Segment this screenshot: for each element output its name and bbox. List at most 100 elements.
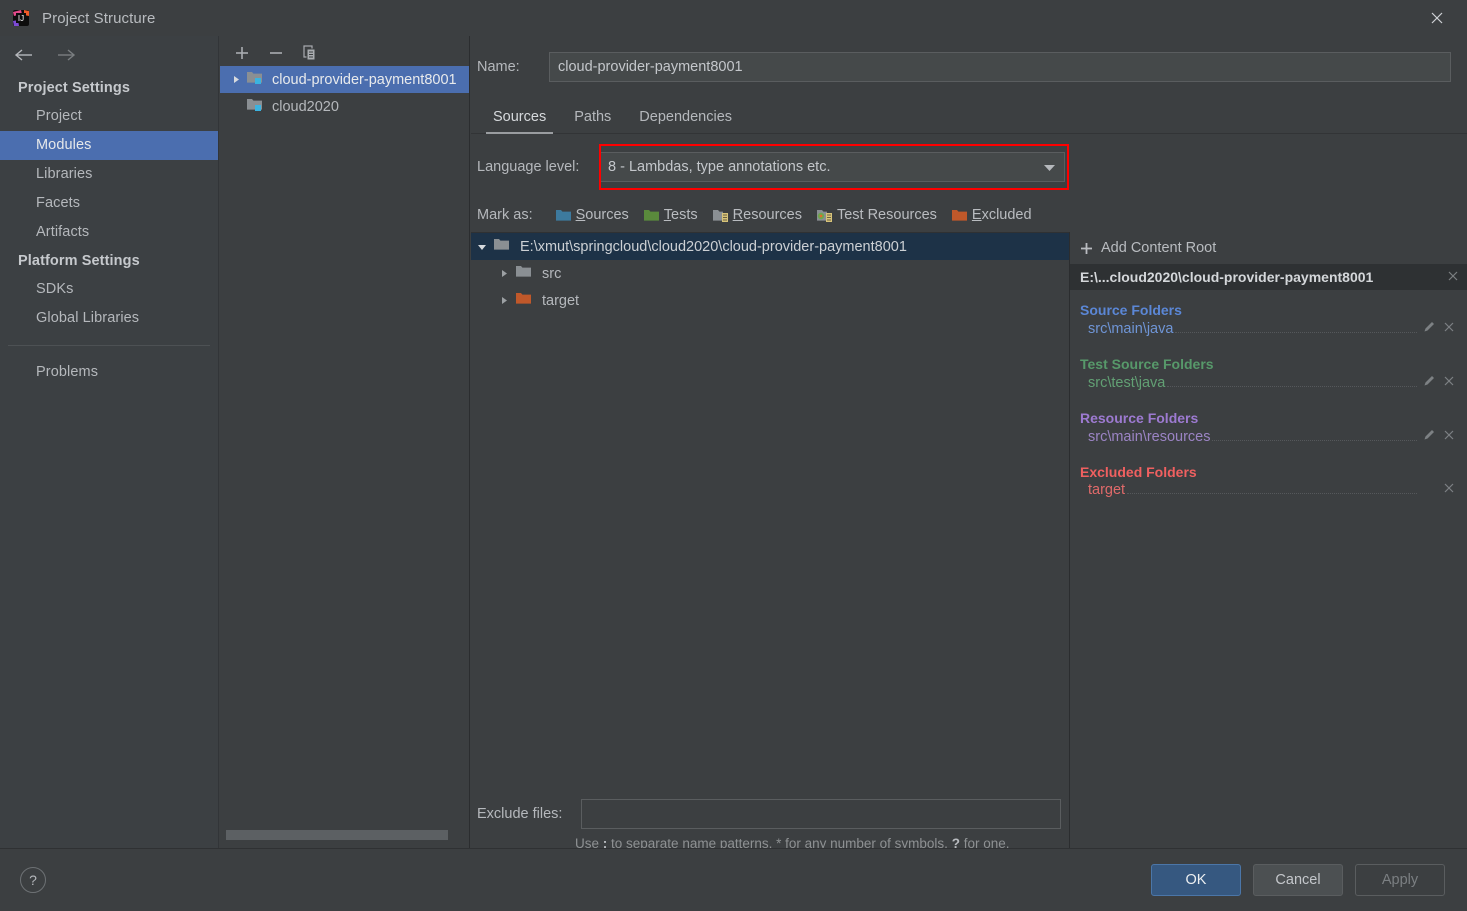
chevron-right-icon[interactable]	[493, 269, 515, 278]
folder-icon	[515, 264, 535, 283]
sidebar-item-sdks[interactable]: SDKs	[0, 275, 218, 304]
content-root-path: E:\...cloud2020\cloud-provider-payment80…	[1080, 269, 1374, 285]
source-folder-row[interactable]: src\main\java	[1070, 320, 1467, 344]
module-name-input[interactable]	[549, 52, 1451, 82]
remove-icon[interactable]	[1439, 429, 1459, 441]
add-content-root-button[interactable]: Add Content Root	[1070, 232, 1467, 264]
mark-as-label: Mark as:	[477, 207, 533, 223]
module-name-row: Name:	[471, 48, 1467, 86]
sidebar-item-facets[interactable]: Facets	[0, 189, 218, 218]
mark-as-tests-label: Tests	[663, 207, 698, 223]
plus-icon[interactable]	[230, 42, 254, 64]
dot-leader	[1175, 321, 1417, 333]
window-title: Project Structure	[42, 9, 156, 27]
folder-icon	[493, 237, 513, 256]
resource-folder-row[interactable]: src\main\resources	[1070, 428, 1467, 452]
language-level-select[interactable]: 8 - Lambdas, type annotations etc.	[599, 152, 1065, 182]
language-level-label: Language level:	[477, 159, 580, 175]
test-source-folder-row[interactable]: src\test\java	[1070, 374, 1467, 398]
tree-row[interactable]: src	[471, 260, 1069, 287]
dialog-button-bar: ? OK Cancel Apply	[0, 848, 1467, 911]
module-list-item-label: cloud-provider-payment8001	[272, 71, 457, 88]
dot-leader	[1127, 482, 1417, 494]
copy-icon[interactable]	[298, 42, 322, 64]
mark-as-resources-label: Resources	[732, 207, 802, 223]
sidebar-group-platform-settings: Platform Settings	[18, 253, 140, 269]
folder-excluded-icon	[515, 291, 535, 310]
tree-row-label: src	[542, 265, 562, 282]
folder-excluded-icon	[951, 208, 968, 223]
mark-as-resources-button[interactable]: Resources	[712, 207, 802, 223]
intellij-idea-icon: IJ	[12, 9, 30, 27]
exclude-files-label: Exclude files:	[477, 806, 563, 822]
edit-pencil-icon[interactable]	[1419, 320, 1439, 333]
sidebar-item-global-libraries[interactable]: Global Libraries	[0, 304, 218, 333]
remove-icon[interactable]	[1439, 482, 1459, 494]
chevron-right-icon[interactable]	[226, 75, 246, 84]
help-button[interactable]: ?	[20, 867, 46, 893]
svg-text:IJ: IJ	[18, 14, 24, 23]
exclude-files-input[interactable]	[581, 799, 1061, 829]
module-list-item[interactable]: cloud2020	[220, 93, 469, 120]
dot-leader	[1212, 429, 1417, 441]
sidebar-group-project-settings: Project Settings	[18, 80, 130, 96]
chevron-right-icon[interactable]	[493, 296, 515, 305]
cancel-button[interactable]: Cancel	[1253, 864, 1343, 896]
resource-folders-title: Resource Folders	[1080, 410, 1199, 426]
close-icon[interactable]	[1447, 269, 1459, 285]
detail-tabs: Sources Paths Dependencies	[471, 100, 1467, 134]
tree-row[interactable]: target	[471, 287, 1069, 314]
mark-as-test-resources-button[interactable]: Test Resources	[816, 207, 937, 223]
mark-as-tests-button[interactable]: Tests	[643, 207, 698, 223]
mark-as-sources-label: Sources	[575, 207, 629, 223]
module-list-horizontal-scrollbar[interactable]	[226, 830, 458, 840]
excluded-folder-row[interactable]: target	[1070, 482, 1467, 506]
close-icon[interactable]	[1407, 0, 1467, 36]
tab-dependencies[interactable]: Dependencies	[625, 105, 746, 133]
mark-as-sources-button[interactable]: Sources	[555, 207, 629, 223]
mark-as-test-resources-label: Test Resources	[836, 207, 937, 223]
resource-folder-path: src\main\resources	[1088, 429, 1211, 445]
settings-sidebar: Project Settings Project Modules Librari…	[0, 36, 219, 848]
folder-tests-icon	[643, 208, 660, 223]
source-folder-path: src\main\java	[1088, 321, 1174, 337]
plus-icon	[1080, 242, 1093, 255]
add-content-root-label: Add Content Root	[1101, 240, 1217, 256]
language-level-row: Language level: 8 - Lambdas, type annota…	[471, 144, 1467, 190]
remove-icon[interactable]	[1439, 375, 1459, 387]
back-arrow-icon[interactable]	[10, 43, 38, 67]
edit-pencil-icon[interactable]	[1419, 428, 1439, 441]
sidebar-nav-arrows	[0, 36, 218, 74]
module-icon	[246, 70, 266, 89]
sidebar-item-libraries[interactable]: Libraries	[0, 160, 218, 189]
edit-pencil-icon[interactable]	[1419, 374, 1439, 387]
folder-resources-icon	[712, 208, 729, 223]
source-folders-title: Source Folders	[1080, 302, 1182, 318]
module-detail-panel: Name: Sources Paths Dependencies Languag…	[471, 36, 1467, 884]
dot-leader	[1167, 375, 1417, 387]
minus-icon[interactable]	[264, 42, 288, 64]
mark-as-row: Mark as: Sources Tests Resources Test Re…	[471, 200, 1467, 230]
tree-row[interactable]: E:\xmut\springcloud\cloud2020\cloud-prov…	[471, 233, 1069, 260]
sidebar-divider	[8, 345, 210, 346]
tab-sources[interactable]: Sources	[479, 105, 560, 134]
apply-button[interactable]: Apply	[1355, 864, 1445, 896]
mark-as-excluded-button[interactable]: Excluded	[951, 207, 1032, 223]
scrollbar-thumb[interactable]	[226, 830, 448, 840]
sidebar-item-problems[interactable]: Problems	[0, 358, 218, 387]
module-list-item-label: cloud2020	[272, 98, 339, 115]
chevron-down-icon[interactable]	[471, 242, 493, 252]
remove-icon[interactable]	[1439, 321, 1459, 333]
sidebar-item-artifacts[interactable]: Artifacts	[0, 218, 218, 247]
ok-button[interactable]: OK	[1151, 864, 1241, 896]
module-list-item[interactable]: cloud-provider-payment8001	[220, 66, 469, 93]
module-list-panel: cloud-provider-payment8001 cloud2020	[220, 36, 470, 848]
tree-row-label: target	[542, 292, 580, 309]
sidebar-item-project[interactable]: Project	[0, 102, 218, 131]
forward-arrow-icon[interactable]	[52, 43, 80, 67]
tab-paths[interactable]: Paths	[560, 105, 625, 133]
chevron-down-icon[interactable]	[1043, 163, 1056, 172]
folder-sources-icon	[555, 208, 572, 223]
sidebar-item-modules[interactable]: Modules	[0, 131, 218, 160]
tree-row-label: E:\xmut\springcloud\cloud2020\cloud-prov…	[520, 238, 907, 255]
